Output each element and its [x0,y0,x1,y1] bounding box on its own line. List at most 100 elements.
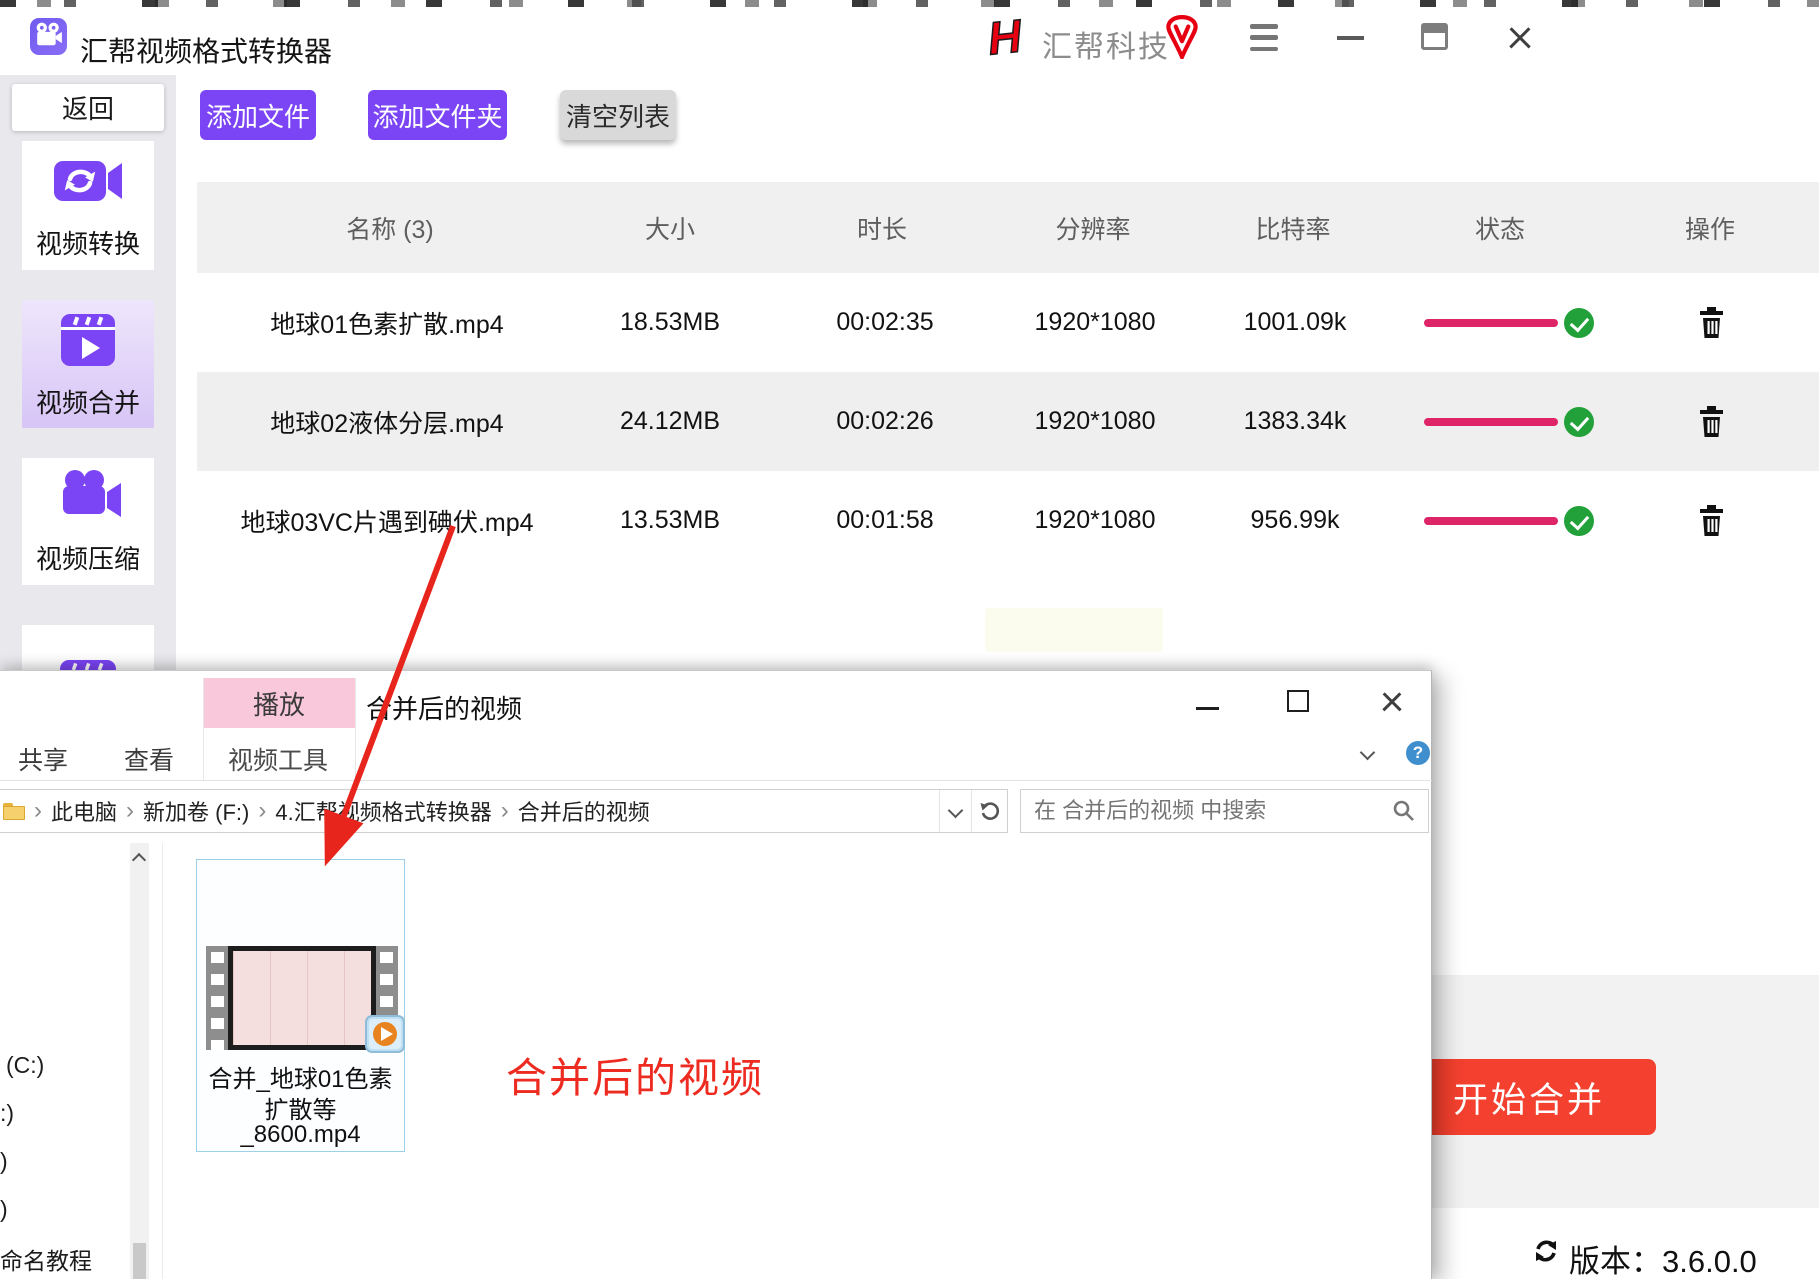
address-bar[interactable]: › 此电脑 › 新加卷 (F:) › 4.汇帮视频格式转换器 › 合并后的视频 [0,789,1008,833]
explorer-maximize-button[interactable] [1287,690,1309,712]
search-icon [1392,799,1416,823]
col-action: 操作 [1610,182,1810,273]
file-resolution: 1920*1080 [995,372,1195,471]
file-size: 24.12MB [570,372,770,471]
file-duration: 00:01:58 [785,471,985,570]
breadcrumb-drive[interactable]: 新加卷 (F:) [143,795,249,827]
close-button[interactable] [1506,24,1533,51]
explorer-tab-share[interactable]: 共享 [18,741,68,777]
file-bitrate: 1001.09k [1195,273,1395,372]
nav-scrollbar[interactable] [130,843,149,1279]
file-bitrate: 956.99k [1195,471,1395,570]
file-name-line: _8600.mp4 [196,1121,405,1149]
file-duration: 00:02:35 [785,273,985,372]
sidebar-item-video-convert[interactable]: 视频转换 [22,141,154,270]
explorer-tab-video-tools[interactable]: 视频工具 [228,741,328,777]
version-label: 版本：3.6.0.0 [1569,1236,1757,1279]
brand-badge-icon [1163,15,1201,64]
nav-item-cut[interactable]: (C:) [6,1052,44,1079]
explorer-minimize-button[interactable] [1196,707,1219,710]
refresh-button[interactable] [971,790,1007,832]
status-check-icon [1564,506,1594,536]
file-bitrate: 1383.34k [1195,372,1395,471]
maximize-button[interactable] [1421,23,1448,50]
background-artifacts [0,0,1819,7]
play-tab-label: 播放 [203,678,355,728]
col-bitrate: 比特率 [1193,182,1393,273]
ribbon-divider [0,780,1432,781]
explorer-window: 播放 合并后的视频 共享 查看 视频工具 ? › 此电脑 › 新加卷 (F:) … [0,670,1432,1279]
file-name: 地球03VC片遇到碘伏.mp4 [197,471,577,570]
explorer-window-title: 合并后的视频 [366,689,522,726]
annotation-text: 合并后的视频 [506,1044,764,1104]
app-title: 汇帮视频格式转换器 [80,30,332,70]
file-size: 13.53MB [570,471,770,570]
breadcrumb-current-folder[interactable]: 合并后的视频 [518,795,650,827]
file-resolution: 1920*1080 [995,471,1195,570]
minimize-button[interactable] [1337,36,1364,40]
table-row: 地球01色素扩散.mp4 18.53MB 00:02:35 1920*1080 … [197,273,1819,372]
search-input[interactable] [1020,789,1429,833]
screen: 汇帮视频格式转换器 H 汇帮科技 返回 [0,0,1819,1279]
explorer-tab-play[interactable]: 播放 [203,678,355,728]
scrollbar-thumb[interactable] [133,1243,146,1279]
table-row: 地球02液体分层.mp4 24.12MB 00:02:26 1920*1080 … [197,372,1819,471]
breadcrumb-app-folder[interactable]: 4.汇帮视频格式转换器 [275,795,491,827]
folder-icon [3,803,25,820]
menu-button[interactable] [1250,24,1278,51]
nav-item-cut[interactable]: :) [0,1100,14,1127]
brand-name: 汇帮科技 [1042,22,1170,66]
delete-button[interactable] [1698,505,1725,536]
status-check-icon [1564,308,1594,338]
app-logo-icon [30,18,67,55]
nav-item-cut[interactable]: 命名教程 [0,1242,92,1276]
tab-group-divider [355,678,356,780]
explorer-close-button[interactable] [1380,690,1404,714]
brand-logo: H [985,8,1024,65]
start-merge-button[interactable]: 开始合并 [1402,1059,1656,1135]
crumb-chevron: › [117,797,143,825]
sidebar-item-label: 视频压缩 [36,539,140,576]
crumb-chevron: › [25,797,51,825]
table-header: 名称 (3) 大小 时长 分辨率 比特率 状态 操作 [197,182,1819,273]
delete-button[interactable] [1698,307,1725,338]
clear-list-button[interactable]: 清空列表 [560,90,676,140]
add-file-button[interactable]: 添加文件 [200,90,316,140]
ribbon-collapse-icon[interactable] [1360,745,1376,761]
breadcrumb-this-pc[interactable]: 此电脑 [51,795,117,827]
col-duration: 时长 [782,182,982,273]
scroll-up-icon[interactable] [132,853,146,867]
film-strip-left [206,946,228,1050]
video-thumbnail[interactable] [206,946,398,1050]
nav-item-cut[interactable]: ) [0,1196,8,1223]
crumb-chevron: › [492,797,518,825]
col-resolution: 分辨率 [993,182,1193,273]
table-row: 地球03VC片遇到碘伏.mp4 13.53MB 00:01:58 1920*10… [197,471,1819,570]
media-player-overlay-icon [364,1014,406,1054]
thumbnail-frame [228,946,376,1050]
tab-group-divider [203,678,204,780]
file-size: 18.53MB [570,273,770,372]
file-duration: 00:02:26 [785,372,985,471]
help-icon[interactable]: ? [1406,741,1430,765]
progress-bar [1424,319,1558,327]
video-compress-icon [48,467,128,532]
progress-bar [1424,517,1558,525]
file-name-line: 合并_地球01色素 [196,1059,405,1094]
sidebar-item-video-compress[interactable]: 视频压缩 [22,458,154,585]
sidebar-item-label: 视频合并 [36,383,140,420]
status-check-icon [1564,407,1594,437]
col-status: 状态 [1400,182,1600,273]
col-name: 名称 (3) [290,182,490,273]
pane-divider [162,843,163,1279]
explorer-tab-view[interactable]: 查看 [124,741,174,777]
update-icon[interactable] [1531,1236,1561,1271]
address-dropdown-button[interactable] [939,790,971,832]
back-button[interactable]: 返回 [12,84,164,131]
col-size: 大小 [570,182,770,273]
sidebar-item-video-merge[interactable]: 视频合并 [22,300,154,428]
video-merge-icon [54,309,122,376]
nav-item-cut[interactable]: ) [0,1148,8,1175]
add-folder-button[interactable]: 添加文件夹 [368,90,507,140]
delete-button[interactable] [1698,406,1725,437]
